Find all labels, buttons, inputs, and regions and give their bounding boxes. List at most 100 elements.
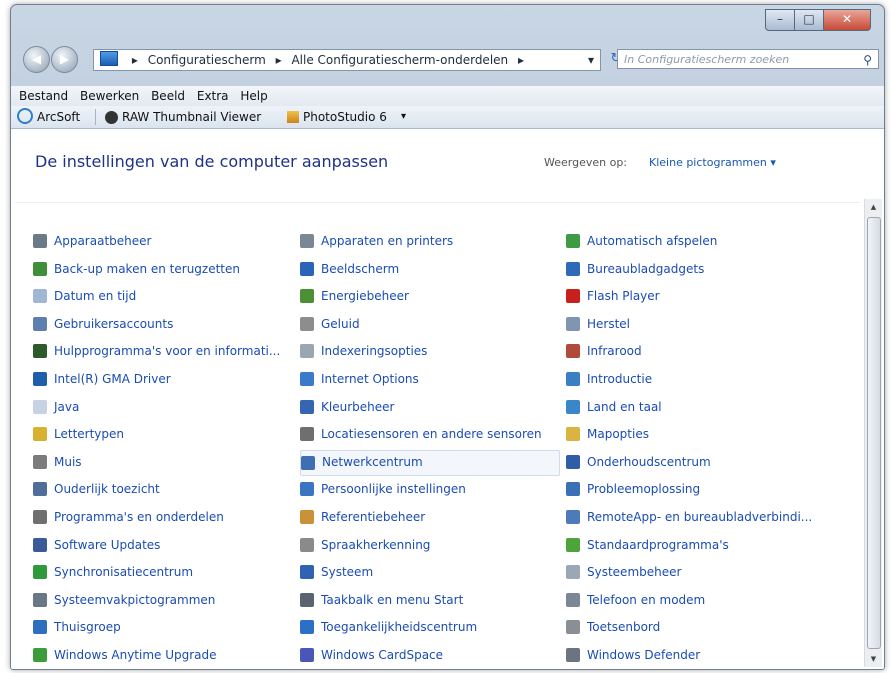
cp-item-label: Toegankelijkheidscentrum bbox=[321, 620, 478, 634]
page-title: De instellingen van de computer aanpasse… bbox=[35, 152, 389, 171]
cp-item[interactable]: Hulpprogramma's voor en informati... bbox=[33, 339, 291, 363]
cp-item[interactable]: Standaardprogramma's bbox=[566, 533, 836, 557]
cp-item[interactable]: Taakbalk en menu Start bbox=[300, 588, 558, 612]
vertical-scrollbar[interactable]: ▲ ▼ bbox=[864, 199, 882, 667]
cp-item[interactable]: Infrarood bbox=[566, 339, 836, 363]
links-dropdown-icon[interactable]: ▾ bbox=[401, 106, 406, 128]
cp-item[interactable]: Herstel bbox=[566, 312, 836, 336]
cp-item[interactable]: Lettertypen bbox=[33, 422, 291, 446]
parental-controls-icon bbox=[33, 482, 47, 496]
cp-item[interactable]: Apparaatbeheer bbox=[33, 229, 291, 253]
cp-item[interactable]: Muis bbox=[33, 450, 291, 474]
back-arrow-icon[interactable]: ◀ bbox=[23, 46, 50, 73]
cp-item[interactable]: Programma's en onderdelen bbox=[33, 505, 291, 529]
region-language-icon bbox=[566, 400, 580, 414]
breadcrumb-alle-onderdelen[interactable]: Alle Configuratiescherm-onderdelen bbox=[291, 53, 508, 67]
scroll-up-icon[interactable]: ▲ bbox=[865, 199, 882, 215]
breadcrumb-configuratiescherm[interactable]: Configuratiescherm bbox=[148, 53, 266, 67]
cp-item[interactable]: RemoteApp- en bureaubladverbindi... bbox=[566, 505, 836, 529]
link-photostudio[interactable]: PhotoStudio 6 bbox=[287, 106, 387, 128]
cp-item[interactable]: Indexeringsopties bbox=[300, 339, 558, 363]
cp-item[interactable]: Referentiebeheer bbox=[300, 505, 558, 529]
cp-item[interactable]: Windows CardSpace bbox=[300, 643, 558, 667]
cp-item[interactable]: Intel(R) GMA Driver bbox=[33, 367, 291, 391]
cp-item-label: Apparaatbeheer bbox=[54, 234, 152, 248]
address-bar[interactable]: ▸ Configuratiescherm ▸ Alle Configuratie… bbox=[93, 49, 601, 71]
minimize-button[interactable]: – bbox=[765, 9, 795, 31]
menu-beeld[interactable]: Beeld bbox=[151, 86, 185, 106]
cp-item[interactable]: Spraakherkenning bbox=[300, 533, 558, 557]
view-by-dropdown[interactable]: Kleine pictogrammen ▾ bbox=[649, 156, 776, 169]
cp-item[interactable]: Introductie bbox=[566, 367, 836, 391]
menu-bar: Bestand Bewerken Beeld Extra Help bbox=[11, 85, 884, 106]
address-dropdown-icon[interactable]: ▾ bbox=[588, 50, 594, 70]
taskbar-start-icon bbox=[300, 593, 314, 607]
cp-item[interactable]: Back-up maken en terugzetten bbox=[33, 257, 291, 281]
cp-item[interactable]: Beeldscherm bbox=[300, 257, 558, 281]
cp-item[interactable]: Systeemvakpictogrammen bbox=[33, 588, 291, 612]
color-management-icon bbox=[300, 400, 314, 414]
devices-printers-icon bbox=[300, 234, 314, 248]
cp-item[interactable]: Synchronisatiecentrum bbox=[33, 560, 291, 584]
menu-bewerken[interactable]: Bewerken bbox=[80, 86, 139, 106]
location-sensors-icon bbox=[300, 427, 314, 441]
cp-item-label: Intel(R) GMA Driver bbox=[54, 372, 171, 386]
windows-defender-icon bbox=[566, 648, 580, 662]
cp-item[interactable]: Systeembeheer bbox=[566, 560, 836, 584]
getting-started-icon bbox=[566, 372, 580, 386]
cp-item[interactable]: Automatisch afspelen bbox=[566, 229, 836, 253]
cp-item[interactable]: Persoonlijke instellingen bbox=[300, 477, 558, 501]
cp-item-label: Spraakherkenning bbox=[321, 538, 431, 552]
cp-item[interactable]: Flash Player bbox=[566, 284, 836, 308]
scroll-down-icon[interactable]: ▼ bbox=[865, 651, 882, 667]
forward-arrow-icon[interactable]: ▶ bbox=[51, 46, 78, 73]
cp-item[interactable]: Java bbox=[33, 395, 291, 419]
link-raw-thumbnail-viewer[interactable]: RAW Thumbnail Viewer bbox=[105, 106, 261, 128]
cp-item[interactable]: Software Updates bbox=[33, 533, 291, 557]
cp-item[interactable]: Windows Anytime Upgrade bbox=[33, 643, 291, 667]
homegroup-icon bbox=[33, 620, 47, 634]
cp-item-label: Internet Options bbox=[321, 372, 419, 386]
cp-item[interactable]: Toetsenbord bbox=[566, 615, 836, 639]
cp-item[interactable]: Windows Defender bbox=[566, 643, 836, 667]
date-time-icon bbox=[33, 289, 47, 303]
cp-item-label: Java bbox=[54, 400, 80, 414]
menu-help[interactable]: Help bbox=[240, 86, 267, 106]
cp-item[interactable]: Datum en tijd bbox=[33, 284, 291, 308]
maximize-button[interactable]: □ bbox=[794, 9, 824, 31]
indexing-options-icon bbox=[300, 344, 314, 358]
cp-item[interactable]: Bureaubladgadgets bbox=[566, 257, 836, 281]
cp-item-label: Kleurbeheer bbox=[321, 400, 395, 414]
cp-item[interactable]: Gebruikersaccounts bbox=[33, 312, 291, 336]
cp-item[interactable]: Probleemoplossing bbox=[566, 477, 836, 501]
cp-item[interactable]: Kleurbeheer bbox=[300, 395, 558, 419]
cp-item[interactable]: Onderhoudscentrum bbox=[566, 450, 836, 474]
menu-bestand[interactable]: Bestand bbox=[19, 86, 68, 106]
menu-extra[interactable]: Extra bbox=[197, 86, 229, 106]
close-button[interactable]: ✕ bbox=[823, 9, 871, 31]
link-arcsoft[interactable]: ArcSoft bbox=[17, 106, 80, 128]
cp-item[interactable]: Toegankelijkheidscentrum bbox=[300, 615, 558, 639]
cp-item-label: Windows Anytime Upgrade bbox=[54, 648, 217, 662]
cp-item[interactable]: Netwerkcentrum bbox=[300, 450, 560, 476]
cp-item[interactable]: Land en taal bbox=[566, 395, 836, 419]
cp-item[interactable]: Ouderlijk toezicht bbox=[33, 477, 291, 501]
display-icon bbox=[300, 262, 314, 276]
cp-item[interactable]: Internet Options bbox=[300, 367, 558, 391]
cp-item[interactable]: Apparaten en printers bbox=[300, 229, 558, 253]
cp-item[interactable]: Energiebeheer bbox=[300, 284, 558, 308]
cp-item[interactable]: Geluid bbox=[300, 312, 558, 336]
title-bar[interactable]: – □ ✕ bbox=[11, 5, 884, 41]
cp-item[interactable]: Telefoon en modem bbox=[566, 588, 836, 612]
cp-item[interactable]: Locatiesensoren en andere sensoren bbox=[300, 422, 558, 446]
user-accounts-icon bbox=[33, 317, 47, 331]
search-input[interactable]: In Configuratiescherm zoeken ⚲ bbox=[617, 49, 879, 69]
cp-item[interactable]: Systeem bbox=[300, 560, 558, 584]
cp-item-label: Synchronisatiecentrum bbox=[54, 565, 194, 579]
cp-item-label: Systeembeheer bbox=[587, 565, 682, 579]
search-icon[interactable]: ⚲ bbox=[863, 50, 872, 70]
cp-item[interactable]: Thuisgroep bbox=[33, 615, 291, 639]
cp-item[interactable]: Mapopties bbox=[566, 422, 836, 446]
flash-player-icon bbox=[566, 289, 580, 303]
scroll-thumb[interactable] bbox=[867, 217, 881, 649]
